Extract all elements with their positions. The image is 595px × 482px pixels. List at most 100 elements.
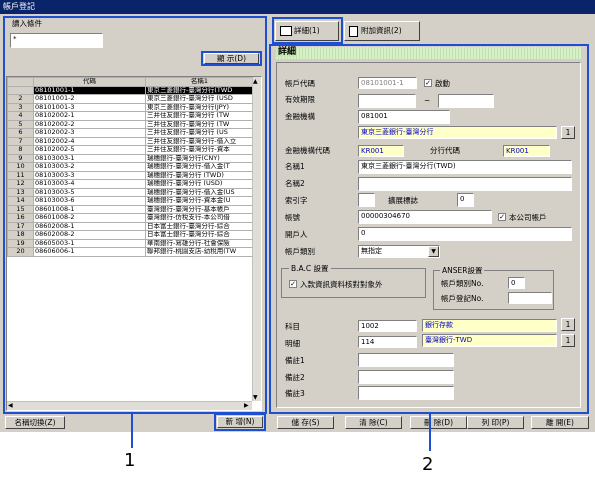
account-name-cell: 三井住友銀行-臺灣分行 (TW <box>145 119 254 129</box>
anser-reg-field[interactable] <box>508 292 552 304</box>
account-name-cell: 日本富士銀行-臺灣分行-綜合 <box>145 221 254 231</box>
tab-additional[interactable]: 附加資訊(2) <box>344 21 420 41</box>
save-button[interactable]: 儲 存(S) <box>277 416 334 429</box>
table-row[interactable]: 7 08102002-4 三井住友銀行-臺灣分行-借入立 <box>7 136 254 146</box>
name2-field[interactable] <box>358 177 572 191</box>
table-row[interactable]: 17 08602008-1 日本富士銀行-臺灣分行-綜合 <box>7 221 254 231</box>
condition-input[interactable]: * <box>10 33 103 48</box>
detail-code-field[interactable]: 114 <box>358 336 417 348</box>
account-name-cell: 瑞穗銀行-臺灣分行 (USD) <box>145 179 254 189</box>
grid-header-name[interactable]: 名稱1 <box>145 77 254 87</box>
print-button[interactable]: 列 印(P) <box>467 416 524 429</box>
account-name-cell: 瑞穗銀行-臺灣分行 (TWD) <box>145 170 254 180</box>
account-code-field[interactable]: 08101001-1 <box>358 77 417 89</box>
name-switch-button[interactable]: 名稱切換(Z) <box>5 416 65 429</box>
subject-lookup-button[interactable]: 1 <box>561 318 575 331</box>
grid-hscroll[interactable] <box>7 401 252 410</box>
row-number: 7 <box>7 136 34 146</box>
valid-to-field[interactable] <box>438 94 494 108</box>
valid-from-field[interactable] <box>358 94 416 108</box>
account-table: 代碼 名稱1 08101001-1 東京三菱銀行-臺灣分行(TWD 2 0810100… <box>7 77 254 257</box>
table-row[interactable]: 2 08101001-2 東京三菱銀行-臺灣分行 (USD <box>7 94 254 104</box>
display-button[interactable]: 顯 示(D) <box>204 53 259 64</box>
row-number: 3 <box>7 102 34 112</box>
account-code-cell: 08605003-1 <box>33 238 146 248</box>
clear-button[interactable]: 清 除(C) <box>345 416 402 429</box>
account-name-cell: 三井住友銀行-臺灣分行-資本 <box>145 145 254 155</box>
anser-type-field[interactable]: 0 <box>508 277 525 289</box>
subject-label: 科目 <box>285 322 300 331</box>
index-label: 索引字 <box>285 196 308 205</box>
anser-title: ANSER設置 <box>440 265 485 276</box>
scroll-up-arrow-icon[interactable]: ▲ <box>253 76 258 87</box>
table-row[interactable]: 4 08102002-1 三井住友銀行-臺灣分行 (TW <box>7 111 254 121</box>
table-row[interactable]: 9 08103003-1 瑞穗銀行-臺灣分行(CNY) <box>7 153 254 163</box>
fi-code-field[interactable]: 081001 <box>358 110 450 124</box>
table-row[interactable]: 14 08103003-6 瑞穗銀行-臺灣分行-資本金(U <box>7 196 254 206</box>
table-row[interactable]: 18 08602008-2 日本富士銀行-臺灣分行-綜合 <box>7 230 254 240</box>
memo1-field[interactable] <box>358 353 454 367</box>
table-row[interactable]: 6 08102002-3 三井住友銀行-臺灣分行 (US <box>7 128 254 138</box>
account-number-field[interactable]: 00000304670 <box>358 210 492 224</box>
table-row[interactable]: 15 08601008-1 臺灣銀行-臺灣分行-基本帳戶 <box>7 204 254 214</box>
row-number: 8 <box>7 145 34 155</box>
memo3-field[interactable] <box>358 386 454 400</box>
name1-field[interactable]: 東京三菱銀行-臺灣分行(TWD) <box>358 160 572 174</box>
delete-button[interactable]: 刪 除(D) <box>410 416 467 429</box>
table-row[interactable]: 10 08103003-2 瑞穗銀行-臺灣分行-借入金(T <box>7 162 254 172</box>
tab-additional-label: 附加資訊(2) <box>361 26 402 35</box>
valid-period-label: 有效期限 <box>285 95 315 104</box>
table-row[interactable]: 13 08103003-5 瑞穗銀行-臺灣分行-借入金(US <box>7 187 254 197</box>
bac-checkbox[interactable]: ✓ <box>289 280 297 288</box>
grid-header-code[interactable]: 代碼 <box>33 77 146 87</box>
row-number: 2 <box>7 94 34 104</box>
grid-vscroll[interactable] <box>252 77 261 401</box>
window-title: 帳戶登記 <box>0 0 595 14</box>
detail-header-bar: 詳細 <box>276 47 581 59</box>
callout-line-1 <box>131 414 133 448</box>
fi-code2-field: KR001 <box>358 145 404 157</box>
fi-lookup-button[interactable]: 1 <box>561 126 575 139</box>
active-checkbox[interactable]: ✓ <box>424 79 432 87</box>
new-button[interactable]: 新 增(N) <box>217 416 263 428</box>
book-icon <box>280 26 292 36</box>
row-number: 15 <box>7 204 34 214</box>
row-number: 4 <box>7 111 34 121</box>
account-name-cell: 三井住友銀行-臺灣分行 (US <box>145 128 254 138</box>
table-row[interactable]: 08101001-1 東京三菱銀行-臺灣分行(TWD <box>7 85 254 95</box>
account-code-cell: 08102002-2 <box>33 119 146 129</box>
table-row[interactable]: 5 08102002-2 三井住友銀行-臺灣分行 (TW <box>7 119 254 129</box>
table-row[interactable]: 8 08102002-5 三井住友銀行-臺灣分行-資本 <box>7 145 254 155</box>
tab-detail[interactable]: 詳細(1) <box>275 21 339 41</box>
document-icon <box>349 25 358 37</box>
scroll-right-arrow-icon[interactable]: ▶ <box>244 400 249 411</box>
exit-button[interactable]: 離 開(E) <box>531 416 589 429</box>
table-row[interactable]: 12 08103003-4 瑞穗銀行-臺灣分行 (USD) <box>7 179 254 189</box>
account-code-cell: 08601008-2 <box>33 213 146 223</box>
own-account-checkbox[interactable]: ✓ <box>498 213 506 221</box>
scroll-down-arrow-icon[interactable]: ▼ <box>253 392 258 403</box>
stamp-field[interactable]: 0 <box>457 193 474 207</box>
table-row[interactable]: 3 08101001-3 東京三菱銀行-臺灣分行(JPY) <box>7 102 254 112</box>
bac-check-label: 入款資訊資料核對對象外 <box>300 280 383 289</box>
account-code-cell: 08101001-2 <box>33 94 146 104</box>
fi-label: 金融機構 <box>285 112 315 121</box>
index-field[interactable] <box>358 193 375 207</box>
opener-field[interactable]: 0 <box>358 227 572 241</box>
scroll-left-arrow-icon[interactable]: ◀ <box>8 400 13 411</box>
table-row[interactable]: 19 08605003-1 華南銀行-寫雄分行-社會保險 <box>7 238 254 248</box>
table-row[interactable]: 20 08606006-1 聯邦銀行-桃園支店-幼稅用(TW <box>7 247 254 257</box>
memo1-label: 備註1 <box>285 356 305 365</box>
table-row[interactable]: 16 08601008-2 臺灣銀行-仿稅支行-本公司借 <box>7 213 254 223</box>
anser-reg-label: 帳戶登記No. <box>441 294 484 303</box>
account-name-cell: 三井住友銀行-臺灣分行 (TW <box>145 111 254 121</box>
memo2-field[interactable] <box>358 370 454 384</box>
account-name-cell: 瑞穗銀行-臺灣分行(CNY) <box>145 153 254 163</box>
account-code-cell: 08101001-3 <box>33 102 146 112</box>
table-row[interactable]: 11 08103003-3 瑞穗銀行-臺灣分行 (TWD) <box>7 170 254 180</box>
account-name-cell: 臺灣銀行-仿稅支行-本公司借 <box>145 213 254 223</box>
subject-code-field[interactable]: 1002 <box>358 320 417 332</box>
account-name-cell: 東京三菱銀行-臺灣分行(TWD <box>145 85 254 95</box>
detail-lookup-button[interactable]: 1 <box>561 334 575 347</box>
chevron-down-icon[interactable]: ▼ <box>428 246 439 257</box>
